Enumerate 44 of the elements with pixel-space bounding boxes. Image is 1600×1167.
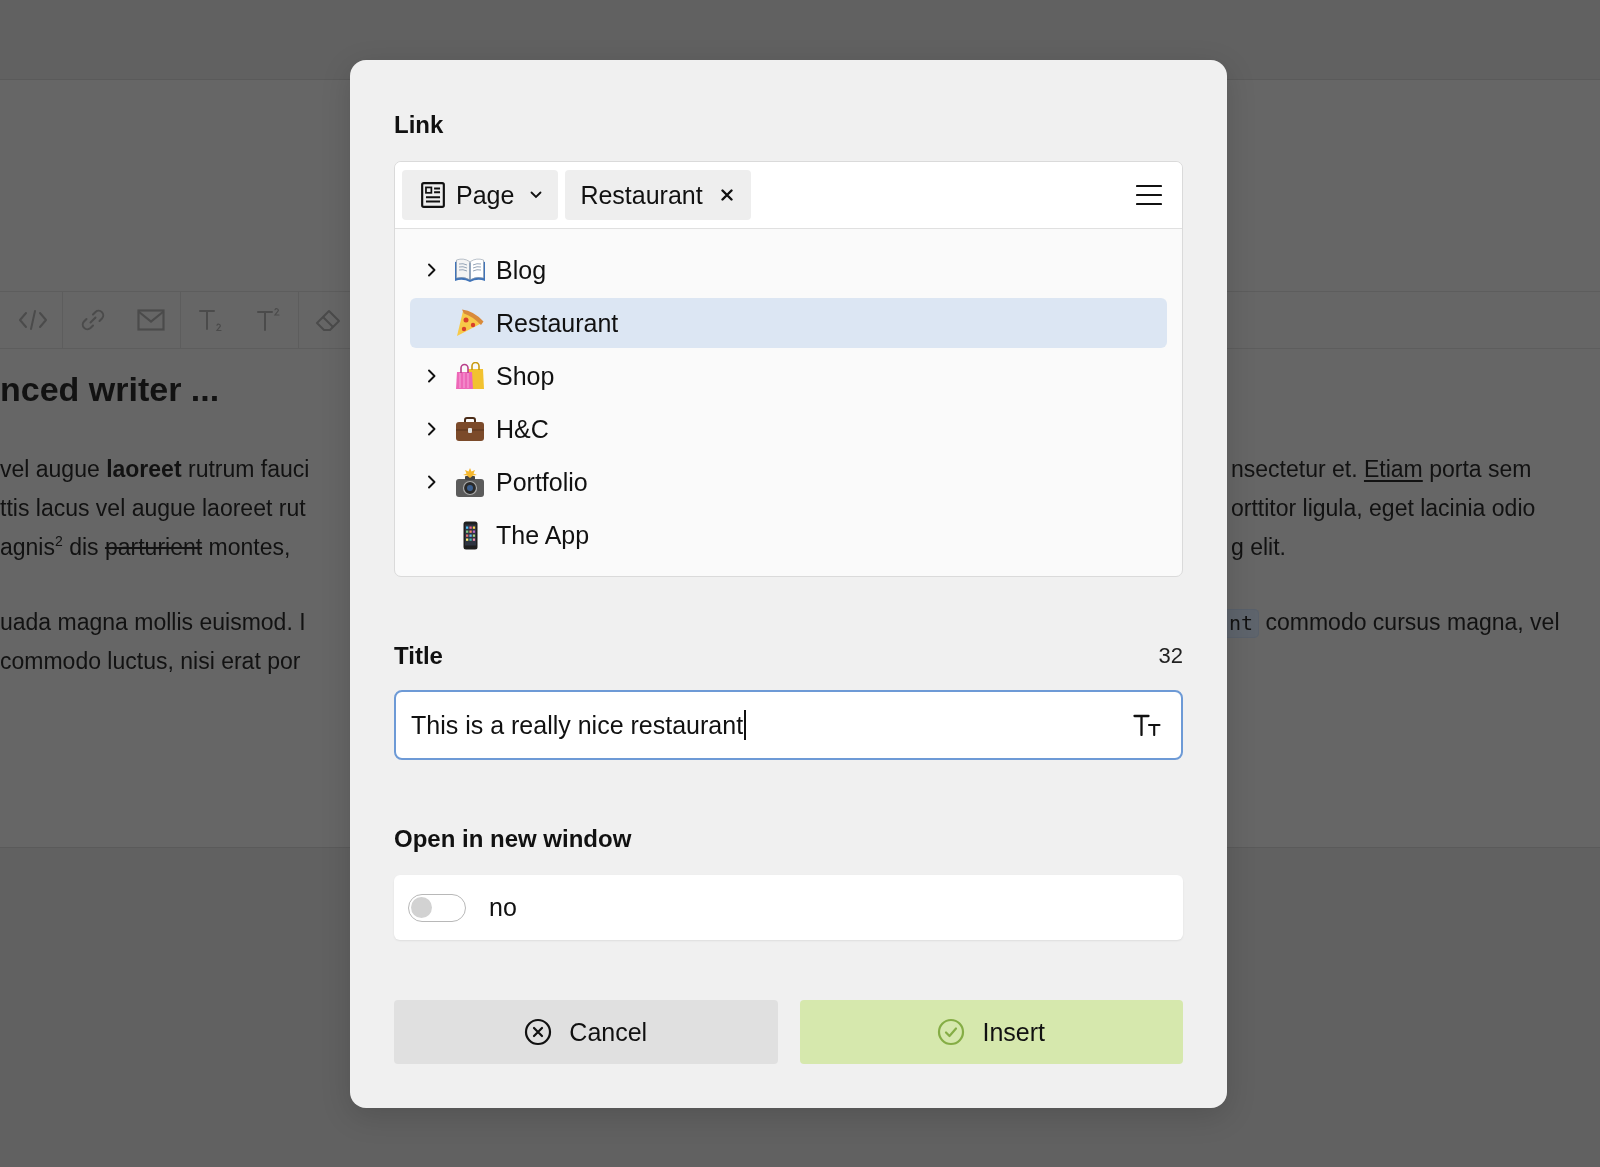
chevron-down-icon (530, 191, 543, 199)
field-label: Open in new window (394, 824, 633, 854)
pizza-slice-icon (456, 309, 484, 337)
title-input[interactable]: This is a really nice restaurant (394, 690, 1183, 760)
document-icon (420, 182, 446, 208)
mobile-phone-icon (462, 520, 478, 550)
field-label: Link (394, 110, 445, 140)
menu-icon[interactable] (1136, 184, 1162, 206)
tag-label: Restaurant (580, 180, 703, 210)
paragraph-text: uada magna mollis euismod. I (0, 608, 306, 637)
paragraph-text: vel augue laoreet rutrum fauci (0, 455, 310, 484)
paragraph-text: commodo luctus, nisi erat por (0, 647, 301, 676)
briefcase-icon (455, 416, 485, 442)
check-circle-icon (937, 1018, 966, 1046)
tree-item[interactable]: Blog (410, 245, 1167, 295)
camera-icon (455, 467, 485, 497)
chevron-right-icon[interactable] (427, 475, 437, 489)
tree-item[interactable]: Portfolio (410, 457, 1167, 507)
chevron-right-icon[interactable] (427, 369, 437, 383)
close-circle-icon (524, 1018, 553, 1046)
toggle-switch[interactable] (408, 893, 466, 922)
field-label: Title (394, 641, 443, 671)
paragraph-text: nsectetur et. Etiam porta sem (1231, 455, 1532, 484)
paragraph-text: agnis$^{2}$ dis parturient montes, (0, 532, 291, 562)
text-size-icon[interactable] (1133, 714, 1161, 736)
tree-item[interactable]: Restaurant (410, 298, 1167, 348)
chevron-right-icon[interactable] (427, 263, 437, 277)
paragraph-text: ttis lacus vel augue laoreet rut (0, 494, 306, 523)
shopping-bags-icon (455, 362, 485, 390)
document-heading: nced writer ... (0, 369, 221, 409)
toggle-state-label: no (489, 893, 517, 922)
paragraph-text: g elit. (1231, 533, 1286, 562)
chevron-right-icon[interactable] (427, 422, 437, 436)
tree-item[interactable]: The App (410, 510, 1167, 560)
type-dropdown[interactable]: Page (402, 170, 559, 220)
cancel-button[interactable]: Cancel (394, 1000, 778, 1064)
text-cursor-icon (744, 710, 747, 740)
book-icon (454, 257, 486, 283)
close-icon[interactable] (720, 189, 733, 201)
tree-item[interactable]: Shop (410, 351, 1167, 401)
character-count: 32 (1158, 642, 1183, 670)
tree-item[interactable]: H&C (410, 404, 1167, 454)
paragraph-text: orttitor ligula, eget lacinia odio (1231, 494, 1536, 523)
insert-button[interactable]: Insert (799, 1000, 1183, 1064)
